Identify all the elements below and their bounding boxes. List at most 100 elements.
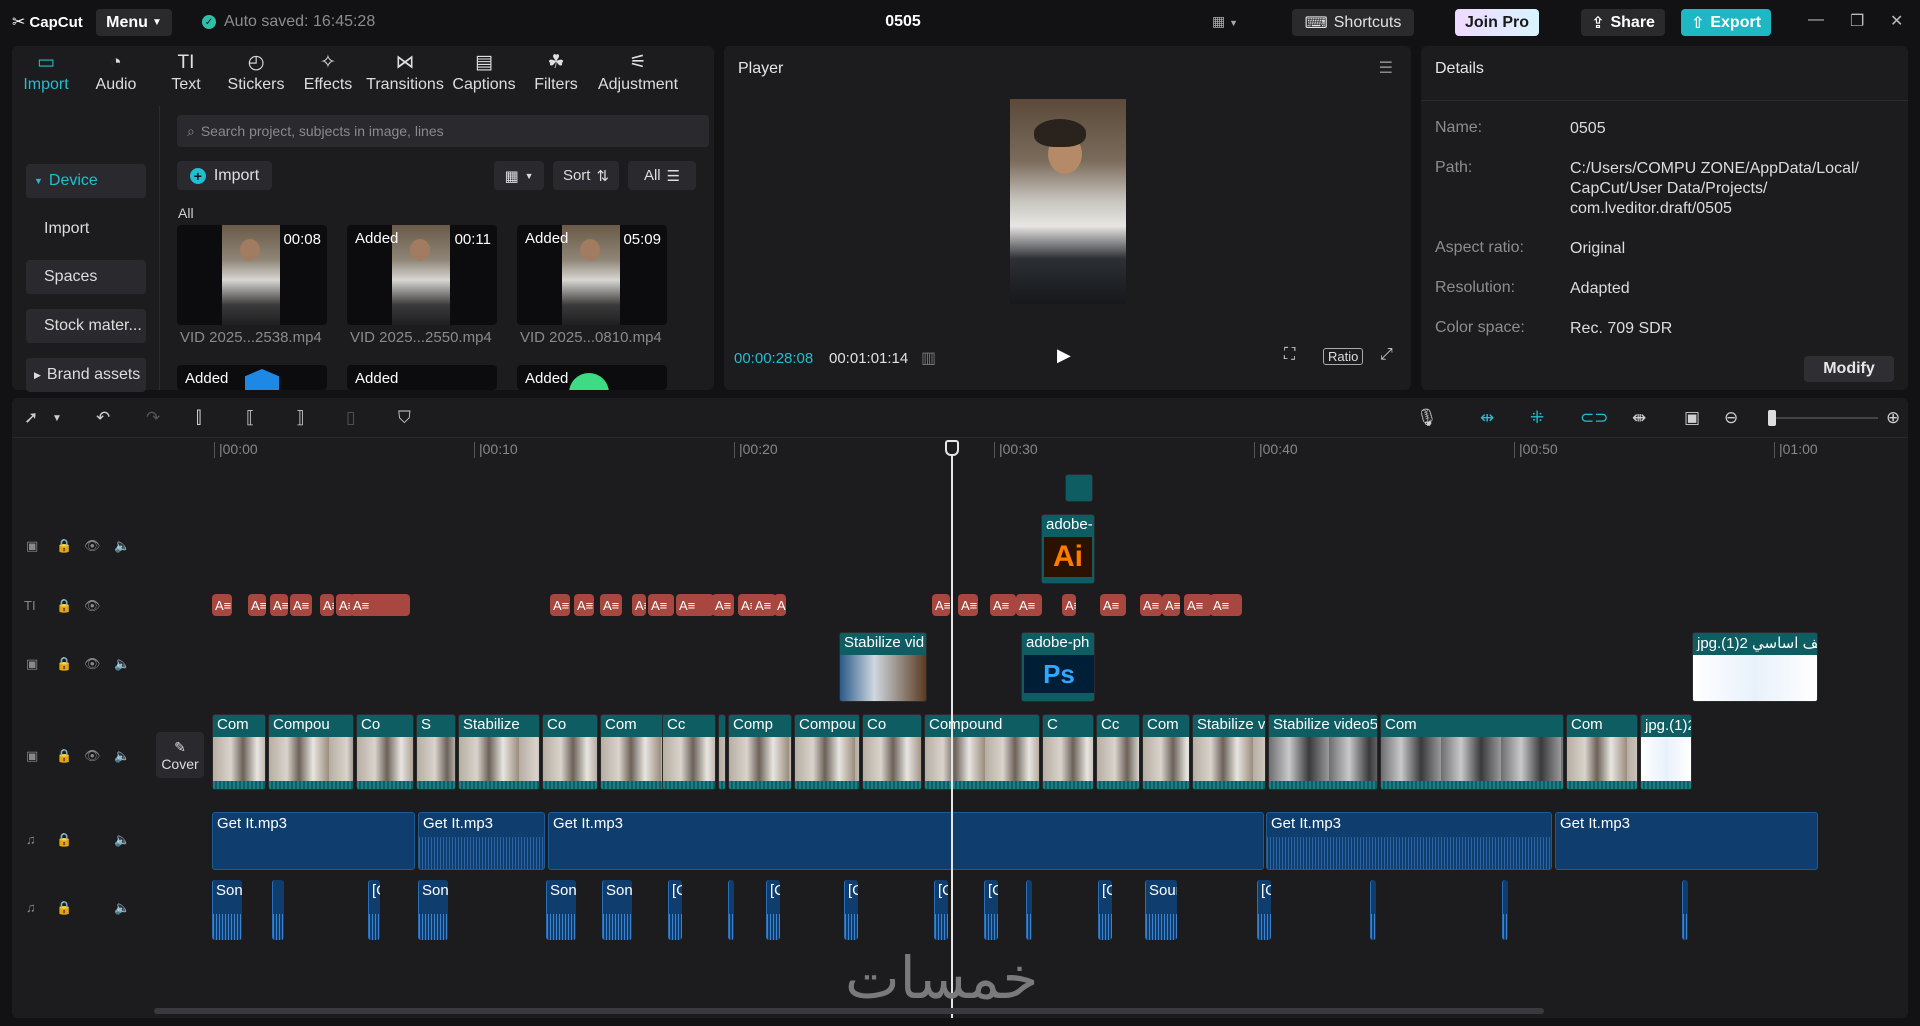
redo-icon[interactable]: ↷ xyxy=(146,408,160,428)
sound-effect-clip[interactable] xyxy=(1370,880,1376,940)
main-video-clip[interactable]: Com xyxy=(1566,714,1638,790)
tab-text[interactable]: TI Text xyxy=(152,46,220,100)
text-clip[interactable]: A≡ xyxy=(1210,594,1242,616)
text-clip[interactable]: A≡ xyxy=(248,594,266,616)
sound-effect-clip[interactable] xyxy=(272,880,284,940)
fullscreen-icon[interactable]: ⤢ xyxy=(1380,346,1393,364)
sound-effect-clip[interactable]: Son xyxy=(602,880,632,940)
sound-effect-clip[interactable] xyxy=(1682,880,1688,940)
thumbnail-icon[interactable]: ▣ xyxy=(1684,408,1700,428)
delete-right-icon[interactable]: ⟧ xyxy=(296,408,304,428)
main-video-clip[interactable]: Compound xyxy=(924,714,1040,790)
text-clip[interactable]: A≡ xyxy=(774,594,786,616)
tab-import[interactable]: ▭ Import xyxy=(12,46,80,100)
sidenav-device[interactable]: ▼ Device xyxy=(26,164,146,198)
eye-icon[interactable]: 👁 xyxy=(84,656,101,672)
lock-icon[interactable]: 🔒 xyxy=(56,900,72,916)
sound-effect-clip[interactable] xyxy=(1502,880,1508,940)
chevron-down-icon[interactable]: ▼ xyxy=(52,413,62,424)
media-clip[interactable]: Added xyxy=(517,365,667,390)
search-input[interactable]: ⌕ Search project, subjects in image, line… xyxy=(177,115,709,147)
marker-icon[interactable]: ⛉ xyxy=(398,408,411,428)
tab-filters[interactable]: ☘ Filters xyxy=(522,46,590,100)
speaker-icon[interactable]: 🔈 xyxy=(114,748,130,764)
sidenav-stock[interactable]: Stock mater... xyxy=(26,309,146,343)
lock-icon[interactable]: 🔒 xyxy=(56,598,72,614)
sound-effect-clip[interactable]: [C xyxy=(844,880,858,940)
overlay-clip-ps[interactable]: adobe-ph Ps xyxy=(1021,632,1095,702)
sound-effect-clip[interactable]: [C xyxy=(1098,880,1112,940)
join-pro-button[interactable]: Join Pro xyxy=(1455,9,1539,36)
magnet-icon[interactable]: ⇹ xyxy=(1480,408,1494,428)
audio-clip[interactable]: Get It.mp3 xyxy=(418,812,545,870)
media-clip[interactable]: Added xyxy=(347,365,497,390)
main-video-clip[interactable]: jpg.(1)2 ملف اساسي xyxy=(1640,714,1692,790)
text-clip[interactable]: A≡ xyxy=(932,594,950,616)
zoom-slider[interactable] xyxy=(1772,417,1878,419)
text-clip[interactable]: A≡ xyxy=(212,594,232,616)
text-clip[interactable]: A≡ xyxy=(350,594,410,616)
text-clip[interactable]: A≡ xyxy=(270,594,288,616)
main-video-clip[interactable]: Com xyxy=(212,714,266,790)
overlay-clip-stabilize[interactable]: Stabilize vid xyxy=(839,632,927,702)
media-clip[interactable]: Added 05:09 xyxy=(517,225,667,325)
modify-button[interactable]: Modify xyxy=(1804,356,1894,382)
main-video-clip[interactable]: C xyxy=(1042,714,1094,790)
lock-icon[interactable]: 🔒 xyxy=(56,748,72,764)
select-cursor-icon[interactable]: ➚ xyxy=(24,408,38,428)
close-icon[interactable]: ✕ xyxy=(1890,11,1903,31)
audio-clip[interactable]: Get It.mp3 xyxy=(548,812,1264,870)
main-video-clip[interactable]: Com xyxy=(600,714,666,790)
text-clip[interactable]: A≡ xyxy=(1184,594,1212,616)
text-clip[interactable]: A≡ xyxy=(752,594,776,616)
media-clip[interactable]: Added 00:11 xyxy=(347,225,497,325)
microphone-icon[interactable]: 🎙 xyxy=(1416,408,1438,428)
text-clip[interactable]: A≡ xyxy=(290,594,312,616)
main-video-clip[interactable]: Com xyxy=(1142,714,1190,790)
import-button[interactable]: + Import xyxy=(177,161,272,190)
tab-stickers[interactable]: ◴ Stickers xyxy=(220,46,292,100)
audio-clip[interactable]: Get It.mp3 xyxy=(212,812,415,870)
lock-icon[interactable]: 🔒 xyxy=(56,656,72,672)
eye-icon[interactable]: 👁 xyxy=(84,598,101,614)
tab-effects[interactable]: ✧ Effects xyxy=(292,46,364,100)
text-clip[interactable]: A≡ xyxy=(550,594,570,616)
text-clip[interactable]: A≡ xyxy=(1140,594,1162,616)
tab-audio[interactable]: ◔ Audio xyxy=(80,46,152,100)
eye-icon[interactable]: 👁 xyxy=(84,748,101,764)
audio-clip[interactable]: Get It.mp3 xyxy=(1555,812,1818,870)
zoom-slider-knob[interactable] xyxy=(1768,410,1776,426)
cover-button[interactable]: ✎ Cover xyxy=(156,732,204,778)
delete-left-icon[interactable]: ⟦ xyxy=(246,408,254,428)
link-icon[interactable]: ⊂⊃ xyxy=(1580,408,1609,428)
main-video-clip[interactable]: Co xyxy=(356,714,414,790)
shortcuts-button[interactable]: ⌨ Shortcuts xyxy=(1292,9,1414,36)
text-clip[interactable]: A≡ xyxy=(1016,594,1042,616)
timeline-grid-icon[interactable]: ▥ xyxy=(921,348,936,368)
sound-effect-clip[interactable] xyxy=(1026,880,1032,940)
view-toggle-button[interactable]: ▦ ▼ xyxy=(494,161,544,190)
auto-snap-icon[interactable]: ⁜ xyxy=(1530,408,1544,428)
main-video-clip[interactable]: Compou xyxy=(794,714,860,790)
hamburger-icon[interactable]: ☰ xyxy=(1379,58,1393,78)
sound-effect-clip[interactable]: Son xyxy=(546,880,576,940)
text-clip[interactable]: A≡ xyxy=(712,594,734,616)
main-video-clip[interactable]: Compou xyxy=(268,714,354,790)
main-video-clip[interactable]: S xyxy=(416,714,456,790)
main-video-clip[interactable]: Stabilize video58213894 xyxy=(1268,714,1378,790)
main-video-clip[interactable]: Co xyxy=(542,714,598,790)
audio-clip[interactable]: Get It.mp3 xyxy=(1266,812,1552,870)
zoom-out-icon[interactable]: ⊖ xyxy=(1724,408,1738,428)
main-video-clip[interactable]: Stabilize video xyxy=(1192,714,1266,790)
sound-effect-clip[interactable]: [C xyxy=(368,880,380,940)
trash-icon[interactable]: ▯ xyxy=(346,408,355,428)
layout-button[interactable]: ▦ ▼ xyxy=(1212,13,1238,30)
minimize-icon[interactable]: — xyxy=(1808,11,1824,29)
sound-effect-clip[interactable]: Son xyxy=(212,880,242,940)
speaker-icon[interactable]: 🔈 xyxy=(114,832,130,848)
text-clip[interactable]: A≡ xyxy=(632,594,646,616)
main-video-clip[interactable]: Com xyxy=(1380,714,1564,790)
sound-effect-clip[interactable]: [C xyxy=(766,880,780,940)
zoom-in-icon[interactable]: ⊕ xyxy=(1886,408,1900,428)
main-video-clip[interactable]: Cc xyxy=(662,714,716,790)
